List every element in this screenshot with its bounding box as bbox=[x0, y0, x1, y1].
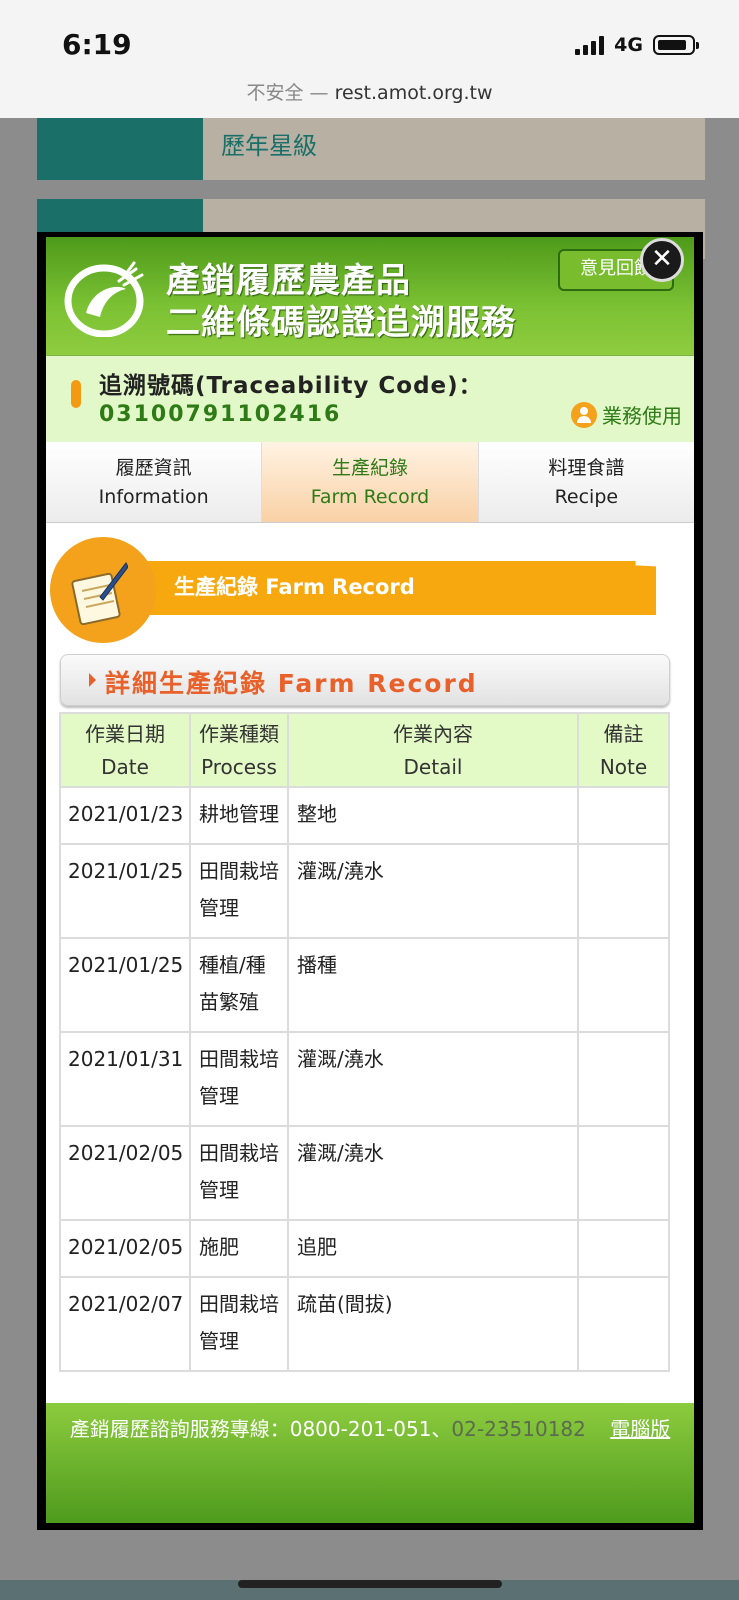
cell-process: 施肥 bbox=[189, 1219, 289, 1278]
hotline-text: 產銷履歷諮詢服務專線：0800-201-051、 bbox=[69, 1417, 452, 1441]
business-use-link[interactable]: 業務使用 bbox=[571, 400, 682, 429]
cell-detail: 灌溉/澆水 bbox=[287, 1031, 579, 1127]
business-use-label: 業務使用 bbox=[602, 404, 682, 428]
col-header-detail: 作業內容 Detail bbox=[287, 712, 579, 788]
table-row: 2021/02/07 田間栽培管理 疏苗(間拔) bbox=[59, 1276, 670, 1372]
tab-label-zh: 履歷資訊 bbox=[115, 457, 192, 479]
table-row: 2021/02/05 田間栽培管理 灌溉/澆水 bbox=[59, 1125, 670, 1221]
table-header-row: 作業日期 Date 作業種類 Process 作業內容 Detail 備註 Note bbox=[59, 712, 670, 788]
status-icons: 4G bbox=[575, 34, 699, 56]
network-type: 4G bbox=[614, 34, 643, 56]
cell-note bbox=[577, 843, 670, 939]
cell-process: 耕地管理 bbox=[189, 786, 289, 845]
cell-note bbox=[577, 937, 670, 1033]
cell-process: 田間栽培管理 bbox=[189, 1125, 289, 1221]
modal-content: 產銷履歷農產品 二維條碼認證追溯服務 意見回饋 追溯號碼(Traceabilit… bbox=[46, 237, 694, 1523]
cell-process: 田間栽培管理 bbox=[189, 1276, 289, 1372]
cell-date: 2021/02/05 bbox=[59, 1125, 191, 1221]
cell-process: 田間栽培管理 bbox=[189, 843, 289, 939]
traceability-code: 03100791102416 bbox=[99, 402, 342, 427]
subsection-title: 詳細生產紀錄 Farm Record bbox=[105, 669, 478, 698]
cell-detail: 追肥 bbox=[287, 1219, 579, 1278]
table-row: 2021/01/23 耕地管理 整地 bbox=[59, 786, 670, 845]
cell-date: 2021/02/05 bbox=[59, 1219, 191, 1278]
background-row-label: 歷年星級 bbox=[221, 132, 317, 160]
section-banner: 生產紀錄 Farm Record bbox=[46, 527, 694, 647]
tab-label-zh: 生產紀錄 bbox=[331, 457, 408, 479]
subsection-header: 詳細生產紀錄 Farm Record bbox=[60, 654, 670, 706]
battery-icon bbox=[653, 35, 699, 55]
cell-detail: 疏苗(間拔) bbox=[287, 1276, 579, 1372]
tab-label-en: Information bbox=[98, 486, 209, 508]
cell-process: 田間栽培管理 bbox=[189, 1031, 289, 1127]
header-title-line2: 二維條碼認證追溯服務 bbox=[166, 303, 516, 343]
arrow-right-icon bbox=[89, 673, 96, 687]
cell-note bbox=[577, 1031, 670, 1127]
col-header-note: 備註 Note bbox=[577, 712, 670, 788]
signal-icon bbox=[575, 35, 605, 55]
traceability-logo-icon bbox=[64, 261, 144, 337]
clock: 6:19 bbox=[62, 28, 132, 61]
tab-label-zh: 料理食譜 bbox=[548, 457, 625, 479]
background-row-star-history: 歷年星級 bbox=[37, 118, 705, 180]
cell-detail: 整地 bbox=[287, 786, 579, 845]
cell-process: 種植/種苗繁殖 bbox=[189, 937, 289, 1033]
tab-recipe[interactable]: 料理食譜 Recipe bbox=[479, 442, 694, 522]
insecure-label: 不安全 — bbox=[246, 82, 329, 104]
desktop-version-link[interactable]: 電腦版 bbox=[610, 1417, 670, 1441]
table-row: 2021/01/25 田間栽培管理 灌溉/澆水 bbox=[59, 843, 670, 939]
home-indicator[interactable] bbox=[238, 1580, 502, 1588]
cell-date: 2021/01/25 bbox=[59, 843, 191, 939]
tab-bar: 履歷資訊 Information 生產紀錄 Farm Record 料理食譜 R… bbox=[46, 442, 694, 523]
status-bar: 6:19 4G 不安全 — rest.amot.org.tw bbox=[0, 0, 739, 118]
footer-hotline: 產銷履歷諮詢服務專線：0800-201-051、02-23510182 電腦版 bbox=[46, 1403, 694, 1523]
cell-detail: 灌溉/澆水 bbox=[287, 1125, 579, 1221]
table-row: 2021/02/05 施肥 追肥 bbox=[59, 1219, 670, 1278]
traceability-label: 追溯號碼(Traceability Code)： bbox=[99, 373, 483, 399]
col-header-date: 作業日期 Date bbox=[59, 712, 191, 788]
col-header-process: 作業種類 Process bbox=[189, 712, 289, 788]
cell-note bbox=[577, 1276, 670, 1372]
url-text: rest.amot.org.tw bbox=[334, 82, 493, 104]
orange-marker-icon bbox=[71, 380, 81, 408]
cell-detail: 灌溉/澆水 bbox=[287, 843, 579, 939]
hotline-number-2[interactable]: 02-23510182 bbox=[451, 1417, 585, 1441]
tab-label-en: Farm Record bbox=[310, 486, 430, 508]
tab-farm-record[interactable]: 生產紀錄 Farm Record bbox=[262, 442, 479, 522]
notebook-pen-icon bbox=[71, 562, 128, 625]
table-row: 2021/01/25 種植/種苗繁殖 播種 bbox=[59, 937, 670, 1033]
cell-note bbox=[577, 1219, 670, 1278]
section-banner-title: 生產紀錄 Farm Record bbox=[174, 575, 415, 599]
cell-date: 2021/01/31 bbox=[59, 1031, 191, 1127]
cell-date: 2021/02/07 bbox=[59, 1276, 191, 1372]
cell-date: 2021/01/23 bbox=[59, 786, 191, 845]
address-bar[interactable]: 不安全 — rest.amot.org.tw bbox=[0, 78, 739, 105]
table-row: 2021/01/31 田間栽培管理 灌溉/澆水 bbox=[59, 1031, 670, 1127]
cell-detail: 播種 bbox=[287, 937, 579, 1033]
cell-date: 2021/01/25 bbox=[59, 937, 191, 1033]
traceability-modal: 產銷履歷農產品 二維條碼認證追溯服務 意見回饋 追溯號碼(Traceabilit… bbox=[37, 232, 703, 1530]
close-icon[interactable]: ✕ bbox=[640, 238, 684, 282]
modal-header: 產銷履歷農產品 二維條碼認證追溯服務 意見回饋 bbox=[46, 237, 694, 355]
tab-label-en: Recipe bbox=[554, 486, 619, 508]
user-icon bbox=[571, 401, 597, 428]
traceability-panel: 追溯號碼(Traceability Code)： 03100791102416 … bbox=[46, 355, 694, 443]
cell-note bbox=[577, 1125, 670, 1221]
tab-information[interactable]: 履歷資訊 Information bbox=[46, 442, 263, 522]
farm-record-table: 作業日期 Date 作業種類 Process 作業內容 Detail 備註 Note 2… bbox=[59, 712, 670, 1372]
cell-note bbox=[577, 786, 670, 845]
